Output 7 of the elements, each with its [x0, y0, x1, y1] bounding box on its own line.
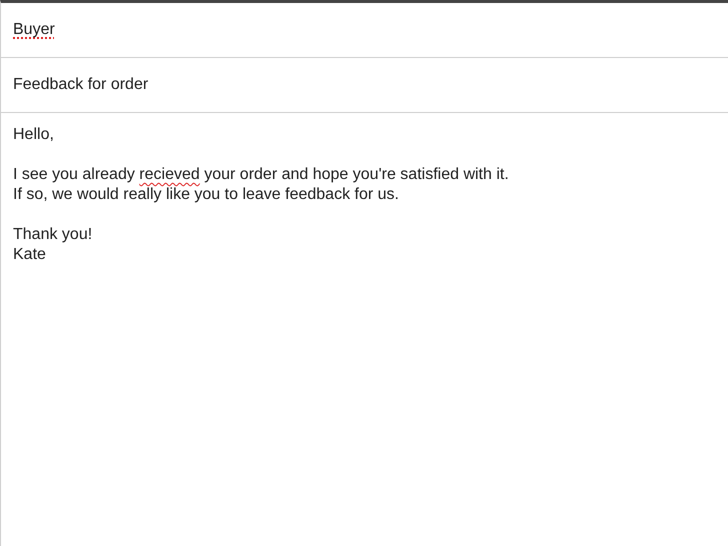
- message-text-line: Kate: [13, 245, 47, 265]
- subject-field[interactable]: Feedback for order: [13, 76, 148, 94]
- message-text-line: I see you already recieved your order and hope you're satisfied with it.: [13, 165, 510, 185]
- message-text-line: Hello,: [13, 125, 55, 145]
- message-text-line: If so, we would really like you to leave feedback for us.: [13, 185, 400, 205]
- message-text-line: Thank you!: [13, 225, 94, 245]
- recipient-field[interactable]: Buyer: [13, 21, 55, 39]
